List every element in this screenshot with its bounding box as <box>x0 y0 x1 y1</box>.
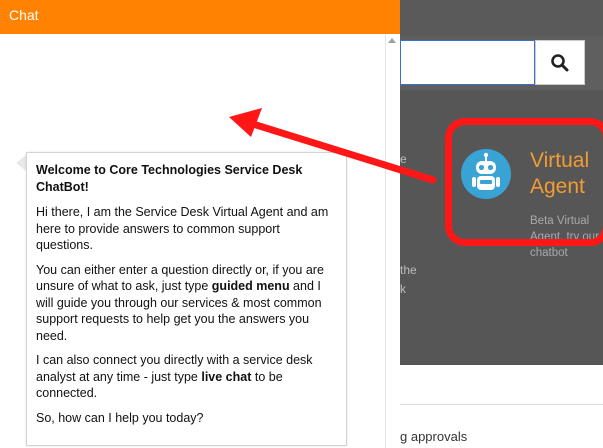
chat-panel: Chat Welcome to Core Technologies Servic… <box>0 0 400 448</box>
scroll-up-arrow-icon[interactable] <box>388 38 396 43</box>
chat-message-bubble: Welcome to Core Technologies Service Des… <box>26 152 347 446</box>
chat-scrollbar[interactable] <box>385 34 400 448</box>
search-input[interactable] <box>400 40 535 85</box>
approvals-link[interactable]: g approvals <box>400 429 467 444</box>
bubble-tail <box>16 155 26 171</box>
divider <box>400 404 603 405</box>
message-paragraph: Hi there, I am the Service Desk Virtual … <box>36 205 329 252</box>
keyword-live-chat: live chat <box>201 369 252 384</box>
message-paragraph: I can also connect you directly with a s… <box>36 353 313 400</box>
chat-header: Chat <box>0 0 400 34</box>
search-icon <box>551 53 569 71</box>
chat-title: Chat <box>9 7 39 23</box>
message-paragraph: So, how can I help you today? <box>36 410 204 425</box>
tile-text-fragment: e <box>400 152 407 166</box>
keyword-guided-menu: guided menu <box>211 279 290 293</box>
message-paragraph: You can either enter a question directly… <box>36 262 324 343</box>
highlight-annotation <box>445 118 603 246</box>
message-heading: Welcome to Core Technologies Service Des… <box>36 163 303 194</box>
tile-text-fragment: k <box>400 282 406 296</box>
tile-text-fragment: the <box>400 263 417 277</box>
search-button[interactable] <box>535 40 585 85</box>
